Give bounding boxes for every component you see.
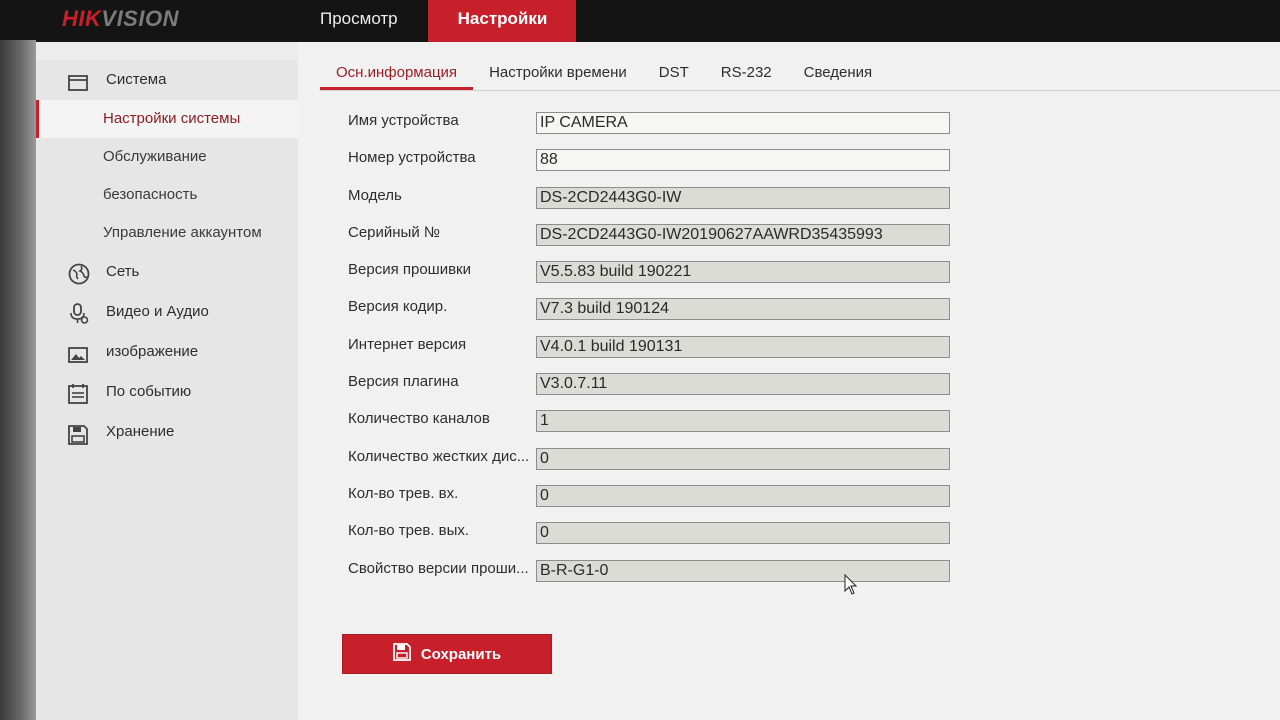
sidebar-item-label: Хранение [106, 423, 175, 440]
sidebar-item-storage[interactable]: Хранение [36, 412, 298, 452]
model-field: DS-2CD2443G0-IW [536, 186, 950, 209]
top-navigation: Просмотр Настройки [290, 0, 576, 44]
image-icon [68, 341, 88, 363]
field-label: Модель [348, 186, 402, 204]
tab-divider [320, 90, 1280, 91]
field-label: Интернет версия [348, 335, 467, 353]
tab-basic-info[interactable]: Осн.информация [320, 56, 474, 90]
tab-time-settings[interactable]: Настройки времени [473, 56, 643, 90]
sidebar-item-video-audio[interactable]: Видео и Аудио [36, 292, 298, 332]
field-label: Кол-во трев. вых. [348, 522, 470, 540]
hikvision-logo: HIKVISION [62, 6, 179, 31]
nav-live-view[interactable]: Просмотр [290, 0, 428, 44]
save-button-label: Сохранить [420, 645, 502, 663]
sidebar-item-label: Видео и Аудио [106, 303, 209, 320]
firmware-property-field: B-R-G1-0 [536, 559, 950, 582]
field-label: Номер устройства [348, 149, 476, 167]
field-label: Количество каналов [348, 410, 490, 428]
web-version-field: V4.0.1 build 190131 [536, 335, 950, 358]
field-label: Версия плагина [348, 373, 459, 391]
tab-dst[interactable]: DST [643, 56, 705, 90]
sidebar-item-label: По событию [106, 383, 192, 400]
save-icon [68, 421, 88, 445]
sidebar-item-network[interactable]: Сеть [36, 252, 298, 292]
channel-count-field: 1 [536, 410, 950, 433]
field-label: Кол-во трев. вх. [348, 484, 459, 502]
sidebar-item-system[interactable]: Система [36, 60, 298, 100]
hdd-count-field: 0 [536, 447, 950, 470]
calendar-icon [68, 381, 88, 404]
system-icon [68, 69, 88, 91]
mouse-cursor-icon [844, 573, 858, 596]
sidebar-item-security[interactable]: безопасность [36, 176, 298, 214]
sidebar-item-label: Сеть [106, 263, 140, 280]
field-label: Количество жестких дис... [348, 447, 530, 465]
tab-about[interactable]: Сведения [788, 56, 889, 90]
sidebar-item-system-settings[interactable]: Настройки системы [36, 100, 298, 138]
microphone-icon [68, 301, 89, 324]
serial-number-field: DS-2CD2443G0-IW20190627AAWRD35435993 [536, 223, 950, 246]
screen-bezel [0, 40, 36, 720]
top-bar: HIKVISION Просмотр Настройки [0, 0, 1280, 44]
field-label: Версия кодир. [348, 298, 448, 316]
sidebar-item-maintenance[interactable]: Обслуживание [36, 138, 298, 176]
tab-bar: Осн.информация Настройки времени DST RS-… [320, 56, 888, 90]
sidebar-item-image[interactable]: изображение [36, 332, 298, 372]
field-label: Серийный № [348, 223, 440, 241]
content-area: Осн.информация Настройки времени DST RS-… [298, 42, 1280, 720]
nav-configuration[interactable]: Настройки [427, 0, 576, 44]
sidebar: Система Настройки системы Обслуживание б… [36, 60, 298, 720]
sidebar-item-label: Система [106, 71, 167, 88]
alarm-input-count-field: 0 [536, 484, 950, 507]
field-label: Свойство версии проши... [348, 559, 529, 577]
main-screen: Система Настройки системы Обслуживание б… [36, 42, 1280, 720]
globe-icon [68, 261, 90, 285]
floppy-icon [392, 643, 411, 665]
field-label: Версия прошивки [348, 261, 471, 279]
sidebar-item-label: изображение [106, 343, 199, 360]
sidebar-item-event[interactable]: По событию [36, 372, 298, 412]
save-button[interactable]: Сохранить [342, 634, 552, 674]
device-number-field[interactable]: 88 [536, 149, 950, 172]
plugin-version-field: V3.0.7.11 [536, 373, 950, 396]
field-label: Имя устройства [348, 112, 459, 129]
tab-rs232[interactable]: RS-232 [705, 56, 788, 90]
device-name-field[interactable]: IP CAMERA [536, 112, 950, 134]
sidebar-item-account[interactable]: Управление аккаунтом [36, 214, 298, 252]
firmware-version-field: V5.5.83 build 190221 [536, 261, 950, 284]
encoding-version-field: V7.3 build 190124 [536, 298, 950, 321]
alarm-output-count-field: 0 [536, 522, 950, 545]
